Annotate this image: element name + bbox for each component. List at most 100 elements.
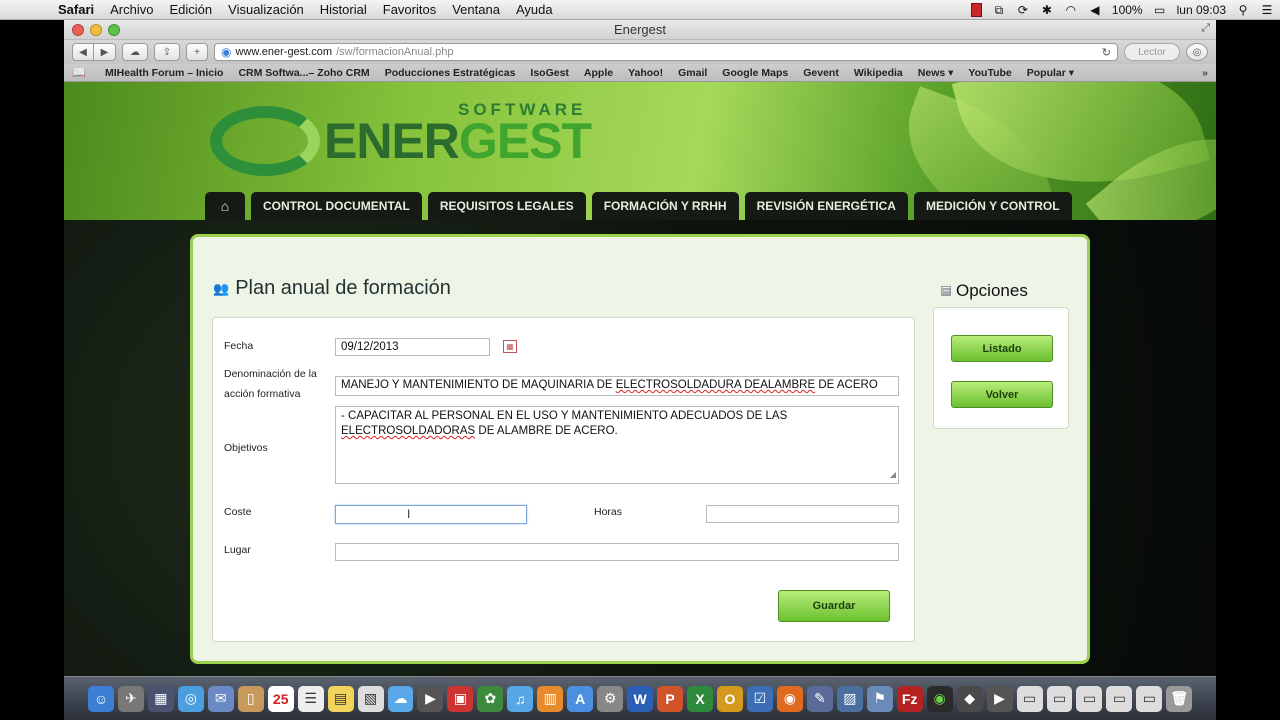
calendar-app-icon[interactable]: 25 — [267, 685, 294, 712]
bookmark-poducciones[interactable]: Poducciones Estratégicas — [385, 67, 516, 79]
menu-edicion[interactable]: Edición — [162, 2, 221, 17]
contacts-icon[interactable]: ▯ — [237, 685, 264, 712]
bookmark-news[interactable]: News ▾ — [918, 67, 954, 79]
ibooks-icon[interactable]: ▥ — [537, 685, 564, 712]
nav-medicion-control[interactable]: MEDICIÓN Y CONTROL — [913, 192, 1072, 220]
itunes-icon[interactable]: ♫ — [507, 685, 534, 712]
bookmark-wikipedia[interactable]: Wikipedia — [854, 67, 903, 79]
nav-formacion-rrhh[interactable]: FORMACIÓN Y RRHH — [591, 192, 739, 220]
share-button[interactable]: ⇪ — [154, 43, 180, 61]
final-cut-icon[interactable]: ▶ — [986, 685, 1013, 712]
notifications-icon[interactable]: ☰ — [1260, 3, 1274, 17]
notes-icon[interactable]: ▤ — [327, 685, 354, 712]
fecha-input[interactable] — [335, 338, 490, 356]
bookmark-gevent[interactable]: Gevent — [803, 67, 839, 79]
mail-icon[interactable]: ✉ — [207, 685, 234, 712]
icloud-tabs-button[interactable]: ☁ — [122, 43, 148, 61]
screen-mirror-icon[interactable]: ⧉ — [992, 3, 1006, 17]
spotlight-icon[interactable]: ⚲ — [1236, 3, 1250, 17]
fullscreen-icon[interactable]: ⤢ — [1201, 22, 1210, 35]
nav-requisitos-legales[interactable]: REQUISITOS LEGALES — [427, 192, 586, 220]
word-icon[interactable]: W — [627, 685, 654, 712]
network-utility-icon[interactable]: ⚑ — [866, 685, 893, 712]
finder-icon[interactable]: ☺ — [88, 685, 114, 712]
menu-ventana[interactable]: Ventana — [444, 2, 508, 17]
photo-booth-icon[interactable]: ▣ — [447, 685, 474, 712]
bookmark-yahoo[interactable]: Yahoo! — [628, 67, 663, 79]
menu-ayuda[interactable]: Ayuda — [508, 2, 561, 17]
lugar-input[interactable] — [335, 543, 899, 561]
menu-favoritos[interactable]: Favoritos — [375, 2, 444, 17]
clock[interactable]: lun 09:03 — [1177, 3, 1226, 17]
bookmark-isogest[interactable]: IsoGest — [530, 67, 569, 79]
nav-home[interactable]: ⌂ — [205, 192, 245, 220]
bookmark-mihealth[interactable]: MIHealth Forum – Inicio — [105, 67, 223, 79]
minimized-window-3[interactable]: ▭ — [1076, 685, 1103, 712]
bookmark-google-maps[interactable]: Google Maps — [722, 67, 788, 79]
bookmark-youtube[interactable]: YouTube — [968, 67, 1011, 79]
nav-control-documental[interactable]: CONTROL DOCUMENTAL — [251, 192, 422, 220]
denominacion-input[interactable]: MANEJO Y MANTENIMIENTO DE MAQUINARIA DE … — [335, 376, 899, 396]
tasks-icon[interactable]: ☑ — [746, 685, 773, 712]
coste-input[interactable] — [335, 505, 527, 524]
reader-button[interactable]: Lector — [1124, 43, 1180, 61]
more-bookmarks-icon[interactable]: » — [1202, 67, 1208, 79]
dashboard-icon[interactable]: ◆ — [956, 685, 983, 712]
outlook-icon[interactable]: O — [717, 685, 743, 712]
new-tab-button[interactable]: + — [186, 43, 208, 61]
resize-handle-icon[interactable]: ◢ — [890, 467, 896, 482]
reminders-icon[interactable]: ☰ — [297, 685, 324, 712]
mission-control-icon[interactable]: ▦ — [147, 685, 174, 712]
downloads-icon[interactable]: ◎ — [1186, 43, 1208, 61]
messages-icon[interactable]: ☁ — [387, 685, 414, 712]
energest-logo[interactable]: SOFTWARE ENERGEST — [210, 96, 592, 186]
bookmark-zoho-crm[interactable]: CRM Softwa...– Zoho CRM — [238, 67, 369, 79]
menu-archivo[interactable]: Archivo — [102, 2, 161, 17]
horas-input[interactable] — [706, 505, 899, 523]
menu-app-name[interactable]: Safari — [48, 2, 102, 17]
reload-icon[interactable]: ↻ — [1102, 46, 1111, 59]
bookmark-popular[interactable]: Popular ▾ — [1027, 67, 1074, 79]
trash-icon[interactable]: 🗑 — [1166, 685, 1193, 712]
facetime-icon[interactable]: ▶ — [417, 685, 444, 712]
back-button[interactable]: ◀ — [72, 43, 94, 61]
guardar-button[interactable]: Guardar — [778, 590, 890, 622]
battery-percent[interactable]: 100% — [1112, 3, 1143, 17]
script-editor-icon[interactable]: ✎ — [806, 685, 833, 712]
minimized-window-2[interactable]: ▭ — [1046, 685, 1073, 712]
minimized-window-5[interactable]: ▭ — [1136, 685, 1163, 712]
objetivos-textarea[interactable]: - CAPACITAR AL PERSONAL EN EL USO Y MANT… — [335, 406, 899, 484]
reading-list-icon[interactable]: 📖 — [72, 66, 90, 79]
activity-monitor-icon[interactable]: ▨ — [836, 685, 863, 712]
launchpad-icon[interactable]: ✈ — [117, 685, 144, 712]
app-store-icon[interactable]: A — [567, 685, 594, 712]
record-icon[interactable] — [970, 3, 982, 17]
forward-button[interactable]: ▶ — [94, 43, 116, 61]
wifi-icon[interactable]: ◠ — [1064, 3, 1078, 17]
nav-revision-energetica[interactable]: REVISIÓN ENERGÉTICA — [744, 192, 908, 220]
safari-icon[interactable]: ◎ — [177, 685, 204, 712]
battery-icon[interactable]: ▭ — [1153, 3, 1167, 17]
bluetooth-icon[interactable]: ✱ — [1040, 3, 1054, 17]
filezilla-icon[interactable]: Fz — [896, 685, 923, 712]
excel-icon[interactable]: X — [687, 685, 714, 712]
firefox-icon[interactable]: ◉ — [776, 685, 803, 712]
preview-icon[interactable]: ▧ — [357, 685, 384, 712]
address-bar[interactable]: ◉ www.ener-gest.com/sw/formacionAnual.ph… — [214, 43, 1118, 61]
minimized-window-1[interactable]: ▭ — [1016, 685, 1043, 712]
menu-visualizacion[interactable]: Visualización — [220, 2, 312, 17]
minimized-window-4[interactable]: ▭ — [1106, 685, 1133, 712]
minimize-window-button[interactable] — [90, 24, 102, 36]
bookmark-gmail[interactable]: Gmail — [678, 67, 707, 79]
iphoto-icon[interactable]: ✿ — [477, 685, 504, 712]
powerpoint-icon[interactable]: P — [657, 685, 684, 712]
calendar-icon[interactable]: ▦ — [503, 340, 517, 353]
system-preferences-icon[interactable]: ⚙ — [597, 685, 624, 712]
time-machine-icon[interactable]: ⟳ — [1016, 3, 1030, 17]
bookmark-apple[interactable]: Apple — [584, 67, 613, 79]
spotify-icon[interactable]: ◉ — [926, 685, 953, 712]
volume-icon[interactable]: ◀ — [1088, 3, 1102, 17]
menu-historial[interactable]: Historial — [312, 2, 375, 17]
volver-button[interactable]: Volver — [951, 381, 1053, 408]
zoom-window-button[interactable] — [108, 24, 120, 36]
